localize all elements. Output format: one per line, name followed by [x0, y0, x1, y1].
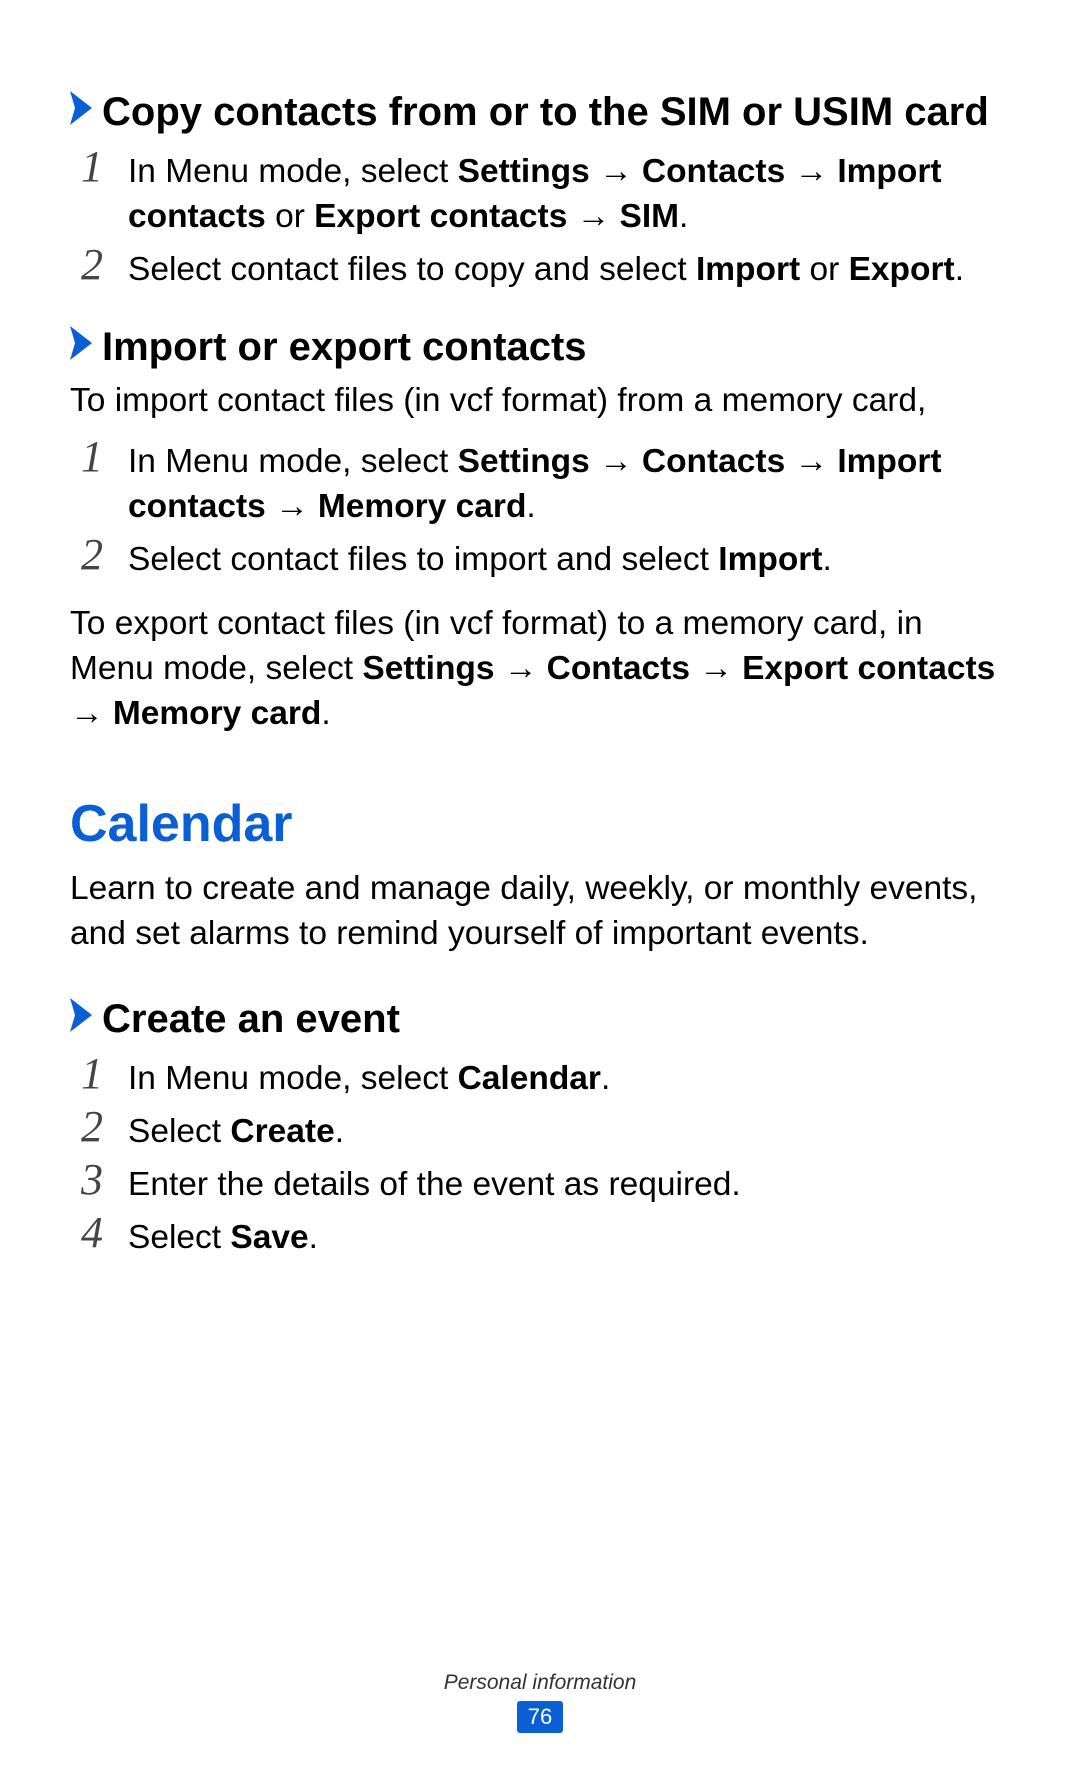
step-number: 1	[70, 433, 114, 481]
create-step-1: 1 In Menu mode, select Calendar.	[70, 1050, 1010, 1101]
export-paragraph: To export contact files (in vcf format) …	[70, 601, 1010, 737]
step-text: Select Save.	[128, 1209, 1010, 1260]
step-number: 1	[70, 143, 114, 191]
import-step-2: 2 Select contact files to import and sel…	[70, 531, 1010, 582]
step-text: Enter the details of the event as requir…	[128, 1156, 1010, 1207]
import-step-1: 1 In Menu mode, select Settings → Contac…	[70, 433, 1010, 529]
copy-step-2: 2 Select contact files to copy and selec…	[70, 241, 1010, 292]
heading-create-event: Create an event	[70, 997, 1010, 1042]
copy-step-1: 1 In Menu mode, select Settings → Contac…	[70, 143, 1010, 239]
create-step-3: 3 Enter the details of the event as requ…	[70, 1156, 1010, 1207]
heading-calendar: Calendar	[70, 794, 1010, 854]
page-number-badge: 76	[517, 1701, 563, 1733]
heading-copy-contacts-text: Copy contacts from or to the SIM or USIM…	[102, 90, 989, 135]
import-intro-text: To import contact files (in vcf format) …	[70, 378, 1010, 423]
page: Copy contacts from or to the SIM or USIM…	[0, 0, 1080, 1771]
heading-import-export-text: Import or export contacts	[102, 325, 587, 370]
step-number: 2	[70, 1103, 114, 1151]
step-number: 2	[70, 241, 114, 289]
step-text: Select contact files to import and selec…	[128, 531, 1010, 582]
step-text: In Menu mode, select Settings → Contacts…	[128, 143, 1010, 239]
calendar-intro: Learn to create and manage daily, weekly…	[70, 866, 1010, 956]
create-step-4: 4 Select Save.	[70, 1209, 1010, 1260]
step-number: 2	[70, 531, 114, 579]
heading-copy-contacts: Copy contacts from or to the SIM or USIM…	[70, 90, 1010, 135]
step-number: 4	[70, 1209, 114, 1257]
heading-import-export: Import or export contacts	[70, 325, 1010, 370]
chevron-right-icon	[70, 91, 92, 125]
heading-create-event-text: Create an event	[102, 997, 400, 1042]
footer-section-label: Personal information	[0, 1671, 1080, 1695]
step-text: Select Create.	[128, 1103, 1010, 1154]
step-text: In Menu mode, select Calendar.	[128, 1050, 1010, 1101]
step-number: 3	[70, 1156, 114, 1204]
step-number: 1	[70, 1050, 114, 1098]
step-text: Select contact files to copy and select …	[128, 241, 1010, 292]
chevron-right-icon	[70, 998, 92, 1032]
step-text: In Menu mode, select Settings → Contacts…	[128, 433, 1010, 529]
create-step-2: 2 Select Create.	[70, 1103, 1010, 1154]
chevron-right-icon	[70, 326, 92, 360]
